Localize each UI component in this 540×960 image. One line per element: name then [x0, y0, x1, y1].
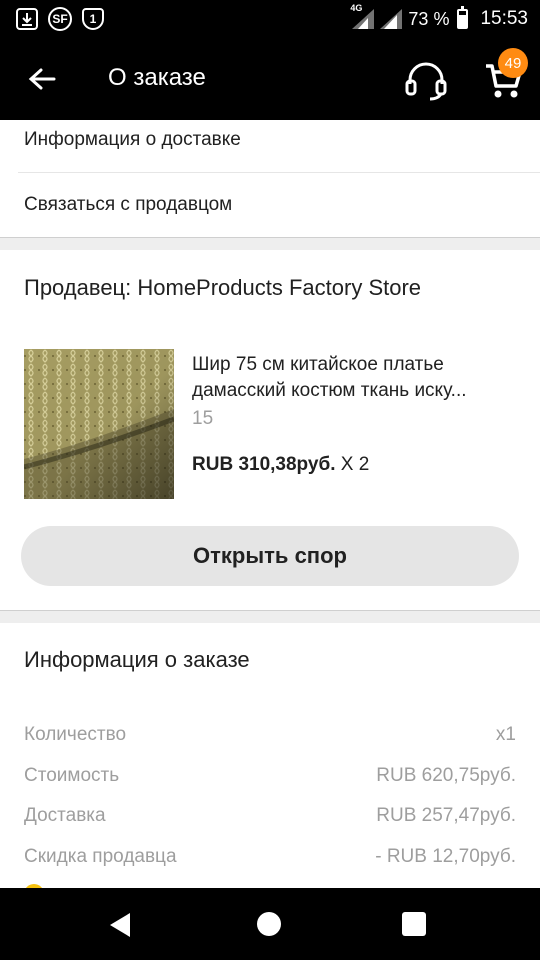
system-nav-bar — [0, 888, 540, 960]
back-arrow-icon — [28, 68, 56, 90]
row-label: Количество — [24, 724, 127, 745]
row-value: RUB 620,75руб. — [376, 765, 516, 786]
support-button[interactable] — [404, 58, 448, 102]
nav-recent-apps-button[interactable] — [402, 912, 426, 936]
product-variant: 15 — [192, 408, 214, 429]
triangle-back-icon — [110, 913, 130, 937]
seller-name: Продавец: HomeProducts Factory Store — [24, 275, 422, 300]
download-icon — [16, 8, 38, 30]
status-left-icons: SF 1 — [0, 7, 104, 31]
nav-back-button[interactable] — [106, 911, 134, 939]
row-value: x1 — [495, 724, 516, 745]
order-info-row: Количество x1 — [24, 724, 516, 746]
section-divider — [0, 237, 540, 250]
battery-percent: 73 % — [408, 8, 450, 29]
row-value: RUB 257,47руб. — [376, 805, 516, 826]
product-quantity: X 2 — [340, 454, 370, 475]
order-info-row: Стоимость RUB 620,75руб. — [24, 765, 516, 787]
delivery-info-link[interactable]: Информация о доставке — [18, 108, 540, 173]
order-info-title: Информация о заказе — [24, 647, 250, 672]
product-title-line-2: дамасский костюм ткань иску... — [192, 380, 467, 401]
network-type-label: 4G — [350, 3, 363, 13]
sf-icon: SF — [48, 7, 72, 31]
nav-home-button[interactable] — [257, 912, 281, 936]
battery-icon — [457, 6, 469, 29]
clock: 15:53 — [480, 8, 528, 29]
product-title[interactable]: Шир 75 см китайское платье дамасский кос… — [192, 352, 514, 404]
product-title-line-1: Шир 75 см китайское платье — [192, 354, 444, 375]
cart-count-badge: 49 — [498, 48, 528, 78]
row-label: Скидка продавца — [24, 846, 177, 867]
row-label: Стоимость — [24, 765, 120, 786]
product-unit-price: RUB 310,38руб. — [192, 454, 336, 475]
product-image[interactable] — [24, 349, 174, 499]
signal-4g-icon: 4G — [350, 3, 375, 29]
sim-1-icon: 1 — [82, 8, 104, 30]
back-button[interactable] — [22, 60, 62, 100]
open-dispute-button[interactable]: Открыть спор — [21, 526, 519, 586]
signal-icon — [380, 9, 403, 29]
headset-icon — [405, 62, 447, 101]
contact-seller-link[interactable]: Связаться с продавцом — [18, 173, 540, 237]
product-price: RUB 310,38руб. X 2 — [192, 454, 369, 476]
section-divider — [0, 610, 540, 623]
row-label: Доставка — [24, 805, 106, 826]
page-title: О заказе — [108, 64, 206, 91]
order-info-row: Доставка RUB 257,47руб. — [24, 805, 516, 827]
status-right: 4G 73 % 15:53 — [350, 3, 540, 30]
order-info-row: Скидка продавца - RUB 12,70руб. — [24, 846, 516, 868]
status-bar: SF 1 4G 73 % 15:53 — [0, 0, 540, 38]
row-value: - RUB 12,70руб. — [375, 846, 516, 867]
